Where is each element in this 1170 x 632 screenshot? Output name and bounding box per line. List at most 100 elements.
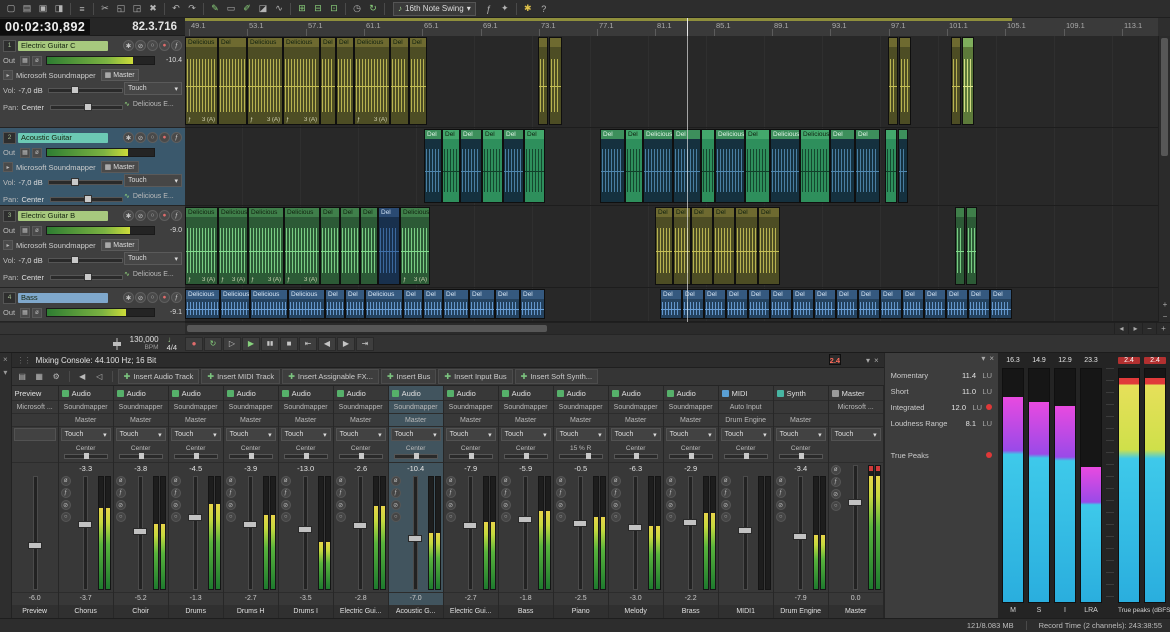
track-mute-icon[interactable]: ⊘ [135,210,146,221]
track-device-name[interactable]: Microsoft Soundmapper [16,163,96,172]
insert-button-insert-assignable-fx[interactable]: ✚Insert Assignable FX... [282,369,379,384]
erase-tool-icon[interactable]: ◪ [255,2,271,16]
pan-slider[interactable] [50,275,123,280]
insert-button-insert-soft-synth[interactable]: ✚Insert Soft Synth... [515,369,598,384]
audio-clip[interactable]: Deliciousƒ3 (A) [185,207,218,285]
track-arm-icon[interactable]: ● [159,132,170,143]
channel-strip[interactable]: AudioSoundmapperMasterTouch▾Center-7.9øƒ… [444,386,499,618]
invert-phase-icon[interactable]: ø [611,476,621,486]
phase-icon[interactable]: ø [32,148,42,158]
audio-clip[interactable]: Del [858,289,880,319]
loop-region-icon[interactable]: ↻ [365,2,381,16]
clip-fx-badge[interactable]: ƒ [221,277,224,283]
strip-name[interactable]: Bass [499,605,553,618]
audio-clip[interactable]: Del [378,207,400,285]
audio-clip[interactable]: Del [423,289,443,319]
strip-bus[interactable]: Master [499,414,553,427]
volume-slider-thumb[interactable] [71,86,79,94]
mute-icon[interactable]: ⊘ [116,500,126,510]
timeline-ruler[interactable]: 49.153.157.161.165.169.173.177.181.185.1… [185,18,1158,37]
mute-icon[interactable]: ⊘ [556,500,566,510]
strip-pan[interactable]: Center [774,442,828,463]
loudness-menu-icon[interactable]: ▾ [981,354,985,366]
mute-icon[interactable]: ⊘ [776,500,786,510]
strip-bus[interactable]: Master [114,414,168,427]
h-scroll-left-icon[interactable]: ◂ [1114,323,1128,334]
audio-clip[interactable]: Del [704,289,726,319]
track-solo-icon[interactable]: ○ [147,210,158,221]
snap-grid-icon[interactable]: ⊞ [294,2,310,16]
track-mute-icon[interactable]: ⊘ [135,132,146,143]
paint-tool-icon[interactable]: ✐ [239,2,255,16]
invert-phase-icon[interactable]: ø [831,465,841,475]
strip-automation-button[interactable]: Touch▾ [501,428,551,441]
audio-clip[interactable]: Del [336,37,354,125]
strip-pan-thumb[interactable] [84,453,89,459]
strip-automation-button[interactable]: Touch▾ [391,428,441,441]
audio-clip[interactable]: Del [469,289,495,319]
track-bus-button[interactable]: ▦Master [101,69,139,81]
audio-clip[interactable]: Del [524,129,545,203]
strip-device[interactable]: Soundmapper [279,401,333,414]
solo-icon[interactable]: ○ [61,512,71,522]
mute-icon[interactable]: ⊘ [501,500,511,510]
strip-fader-thumb[interactable] [518,516,532,523]
track-name[interactable]: Electric Guitar C [18,41,108,51]
audio-clip[interactable]: Del [360,207,378,285]
strip-fader-thumb[interactable] [78,521,92,528]
volume-slider-thumb[interactable] [71,178,79,186]
strip-bus[interactable]: Master [279,414,333,427]
strip-name[interactable]: Drums I [279,605,333,618]
volume-slider[interactable] [48,180,123,185]
track-fx-chain[interactable]: ∿Delicious E... [124,100,182,108]
strip-pan-slider[interactable] [174,454,218,459]
audio-clip[interactable] [966,207,977,285]
strip-automation-button[interactable]: Touch▾ [336,428,386,441]
track-fx-chain[interactable]: ∿Delicious E... [124,192,182,200]
strip-pan-thumb[interactable] [689,453,694,459]
strip-pan-slider[interactable] [64,454,108,459]
track-bus-button[interactable]: ▦Master [101,239,139,251]
solo-icon[interactable]: ○ [666,512,676,522]
fx-icon[interactable]: ƒ [831,477,841,487]
strip-bus[interactable] [829,414,883,427]
audio-clip[interactable] [701,129,715,203]
fx-icon[interactable]: ƒ [611,488,621,498]
strip-fader[interactable] [679,474,701,592]
event-fx-icon[interactable]: ƒ [481,2,497,16]
channel-strip[interactable]: AudioSoundmapperMasterTouch▾Center-2.9øƒ… [664,386,719,618]
fx-icon[interactable]: ƒ [116,488,126,498]
strip-pan-thumb[interactable] [414,453,419,459]
strip-device[interactable]: Soundmapper [224,401,278,414]
audio-clip[interactable]: Delicious [288,289,325,319]
track-mute-icon[interactable]: ⊘ [135,292,146,303]
strip-pan[interactable]: Center [499,442,553,463]
solo-icon[interactable]: ○ [116,512,126,522]
fx-icon[interactable]: ƒ [281,488,291,498]
strip-device[interactable]: Soundmapper [664,401,718,414]
strip-pan-slider[interactable] [284,454,328,459]
strip-pan-slider[interactable] [559,454,603,459]
audio-clip[interactable] [538,37,548,125]
invert-phase-icon[interactable]: ø [116,476,126,486]
audio-clip[interactable] [885,129,897,203]
track-header[interactable]: 4Bass✱⊘○●ƒOut▦ø-9.1 [0,288,185,322]
audio-clip[interactable] [549,37,562,125]
strip-automation-button[interactable]: Touch▾ [831,428,881,441]
mixer-menu-icon[interactable]: ▾ [866,356,870,365]
audio-clip[interactable]: Del [924,289,946,319]
strip-pan-thumb[interactable] [469,453,474,459]
strip-bus[interactable]: Master [774,414,828,427]
volume-slider[interactable] [48,258,123,263]
strip-pan-thumb[interactable] [194,453,199,459]
go-to-start-button[interactable]: ⇤ [299,337,317,351]
solo-icon[interactable]: ○ [336,512,346,522]
strip-fader-thumb[interactable] [133,528,147,535]
strip-pan-slider[interactable] [394,454,438,459]
strip-fader[interactable] [74,474,96,592]
strip-name[interactable]: Electric Gui... [334,605,388,618]
mixer-downmix-icon[interactable]: ◀ [75,370,90,383]
audio-clip[interactable]: Del [880,289,902,319]
phase-icon[interactable]: ø [32,308,42,318]
zoom-out-vertical-icon[interactable]: − [1159,310,1170,322]
